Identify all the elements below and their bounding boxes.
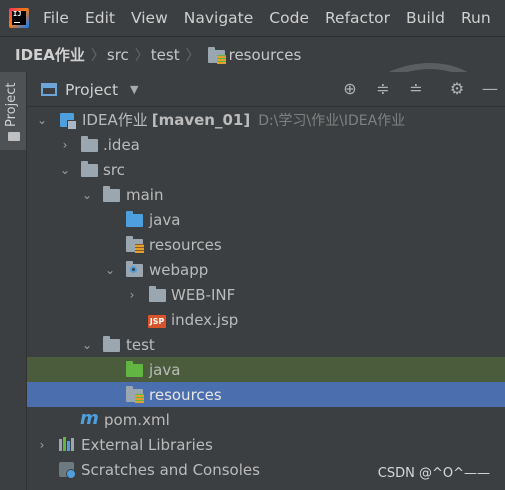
tree-item-src[interactable]: ⌄ src bbox=[27, 157, 505, 182]
module-icon bbox=[60, 113, 77, 130]
project-path: D:\学习\作业\IDEA作业 bbox=[258, 112, 406, 129]
chevron-down-icon[interactable]: ⌄ bbox=[81, 338, 93, 352]
maven-icon: m bbox=[80, 408, 99, 429]
tree-item-test[interactable]: ⌄ test bbox=[27, 332, 505, 357]
tree-item-label: resources bbox=[149, 385, 222, 404]
tree-item-main-resources[interactable]: resources bbox=[27, 232, 505, 257]
project-view-selector[interactable]: Project ▼ bbox=[41, 78, 139, 101]
locate-icon[interactable]: ⊕ bbox=[341, 80, 359, 98]
menu-tools[interactable]: To bbox=[499, 9, 505, 27]
resources-folder-icon bbox=[207, 46, 226, 64]
test-source-folder-icon bbox=[126, 361, 143, 377]
tree-item-label: java bbox=[149, 210, 181, 229]
menu-file[interactable]: File bbox=[35, 9, 77, 27]
expand-all-icon[interactable]: ≑ bbox=[374, 80, 392, 98]
tree-item-label: WEB-INF bbox=[171, 285, 236, 304]
project-tool-tab[interactable]: Project bbox=[0, 72, 26, 150]
folder-icon bbox=[8, 132, 20, 141]
folder-icon bbox=[81, 161, 98, 177]
project-tree: ⌄ IDEA作业 [maven_01] D:\学习\作业\IDEA作业 › .i… bbox=[27, 107, 505, 490]
web-folder-icon bbox=[126, 261, 143, 277]
chevron-right-icon[interactable]: › bbox=[59, 138, 71, 152]
tree-item-label: webapp bbox=[149, 260, 209, 279]
source-folder-icon bbox=[126, 211, 143, 227]
tree-item-label: Scratches and Consoles bbox=[81, 460, 260, 479]
menu-refactor[interactable]: Refactor bbox=[317, 9, 398, 27]
tree-item-label: test bbox=[126, 335, 155, 354]
resources-folder-icon bbox=[126, 236, 144, 253]
tree-item-test-java[interactable]: java bbox=[27, 357, 505, 382]
folder-icon bbox=[81, 136, 98, 152]
tree-item-web-inf[interactable]: › WEB-INF bbox=[27, 282, 505, 307]
chevron-down-icon[interactable]: ⌄ bbox=[36, 113, 48, 127]
tree-item-idea[interactable]: › .idea bbox=[27, 132, 505, 157]
chevron-down-icon: ▼ bbox=[130, 83, 139, 96]
project-panel-title: Project bbox=[65, 80, 119, 99]
intellij-logo-icon: IJ bbox=[9, 8, 29, 28]
breadcrumb-resources[interactable]: resources bbox=[229, 46, 302, 64]
tree-item-label: index.jsp bbox=[171, 310, 239, 329]
jsp-file-icon: JSP bbox=[148, 315, 166, 328]
tree-item-main[interactable]: ⌄ main bbox=[27, 182, 505, 207]
watermark: CSDN @^O^—— bbox=[377, 466, 490, 481]
tree-item-label: External Libraries bbox=[81, 435, 213, 454]
breadcrumb: IDEA作业 〉 src 〉 test 〉 resources bbox=[0, 36, 505, 72]
gear-icon[interactable]: ⚙ bbox=[448, 80, 466, 98]
tree-item-webapp[interactable]: ⌄ webapp bbox=[27, 257, 505, 282]
tree-item-project-root[interactable]: ⌄ IDEA作业 [maven_01] D:\学习\作业\IDEA作业 bbox=[27, 107, 505, 132]
breadcrumb-src[interactable]: src bbox=[107, 46, 129, 64]
menu-run[interactable]: Run bbox=[453, 9, 499, 27]
breadcrumb-test[interactable]: test bbox=[151, 46, 180, 64]
project-view-icon bbox=[41, 83, 57, 96]
menu-build[interactable]: Build bbox=[398, 9, 453, 27]
chevron-down-icon[interactable]: ⌄ bbox=[104, 263, 116, 277]
tree-item-label: resources bbox=[149, 235, 222, 254]
tree-item-label: pom.xml bbox=[104, 410, 170, 429]
tree-item-label: IDEA作业 bbox=[82, 111, 148, 129]
tree-item-test-resources[interactable]: resources bbox=[27, 382, 505, 407]
menu-navigate[interactable]: Navigate bbox=[176, 9, 262, 27]
folder-icon bbox=[103, 336, 120, 352]
folder-icon bbox=[103, 186, 120, 202]
collapse-all-icon[interactable]: ≐ bbox=[407, 80, 425, 98]
tree-item-external-libraries[interactable]: › External Libraries bbox=[27, 432, 505, 457]
folder-icon bbox=[149, 286, 166, 302]
tree-item-label: .idea bbox=[103, 135, 140, 154]
tree-item-pom-xml[interactable]: m pom.xml bbox=[27, 407, 505, 432]
chevron-right-icon: 〉 bbox=[134, 47, 149, 64]
module-name: [maven_01] bbox=[151, 110, 251, 129]
menu-view[interactable]: View bbox=[123, 9, 176, 27]
tool-window-strip: Project bbox=[0, 72, 27, 490]
tree-item-label: java bbox=[149, 360, 181, 379]
tree-item-index-jsp[interactable]: JSP index.jsp bbox=[27, 307, 505, 332]
menu-code[interactable]: Code bbox=[261, 9, 317, 27]
menu-edit[interactable]: Edit bbox=[77, 9, 123, 27]
test-resources-folder-icon bbox=[126, 386, 144, 403]
minimize-icon[interactable]: — bbox=[481, 80, 499, 98]
tree-item-label: src bbox=[103, 160, 125, 179]
libraries-icon bbox=[59, 437, 75, 451]
tree-item-label: main bbox=[126, 185, 164, 204]
chevron-right-icon[interactable]: › bbox=[126, 288, 138, 302]
menu-bar: IJ File Edit View Navigate Code Refactor… bbox=[0, 0, 505, 36]
chevron-down-icon[interactable]: ⌄ bbox=[59, 163, 71, 177]
project-panel-header: Project ▼ ⊕ ≑ ≐ ⚙ — bbox=[27, 72, 505, 107]
scratches-icon bbox=[59, 462, 76, 479]
chevron-right-icon[interactable]: › bbox=[36, 438, 48, 452]
chevron-right-icon: 〉 bbox=[90, 47, 105, 64]
chevron-down-icon[interactable]: ⌄ bbox=[81, 188, 93, 202]
project-tool-tab-label: Project bbox=[4, 82, 19, 127]
chevron-right-icon: 〉 bbox=[185, 47, 200, 64]
tree-item-main-java[interactable]: java bbox=[27, 207, 505, 232]
breadcrumb-project[interactable]: IDEA作业 bbox=[0, 44, 85, 65]
